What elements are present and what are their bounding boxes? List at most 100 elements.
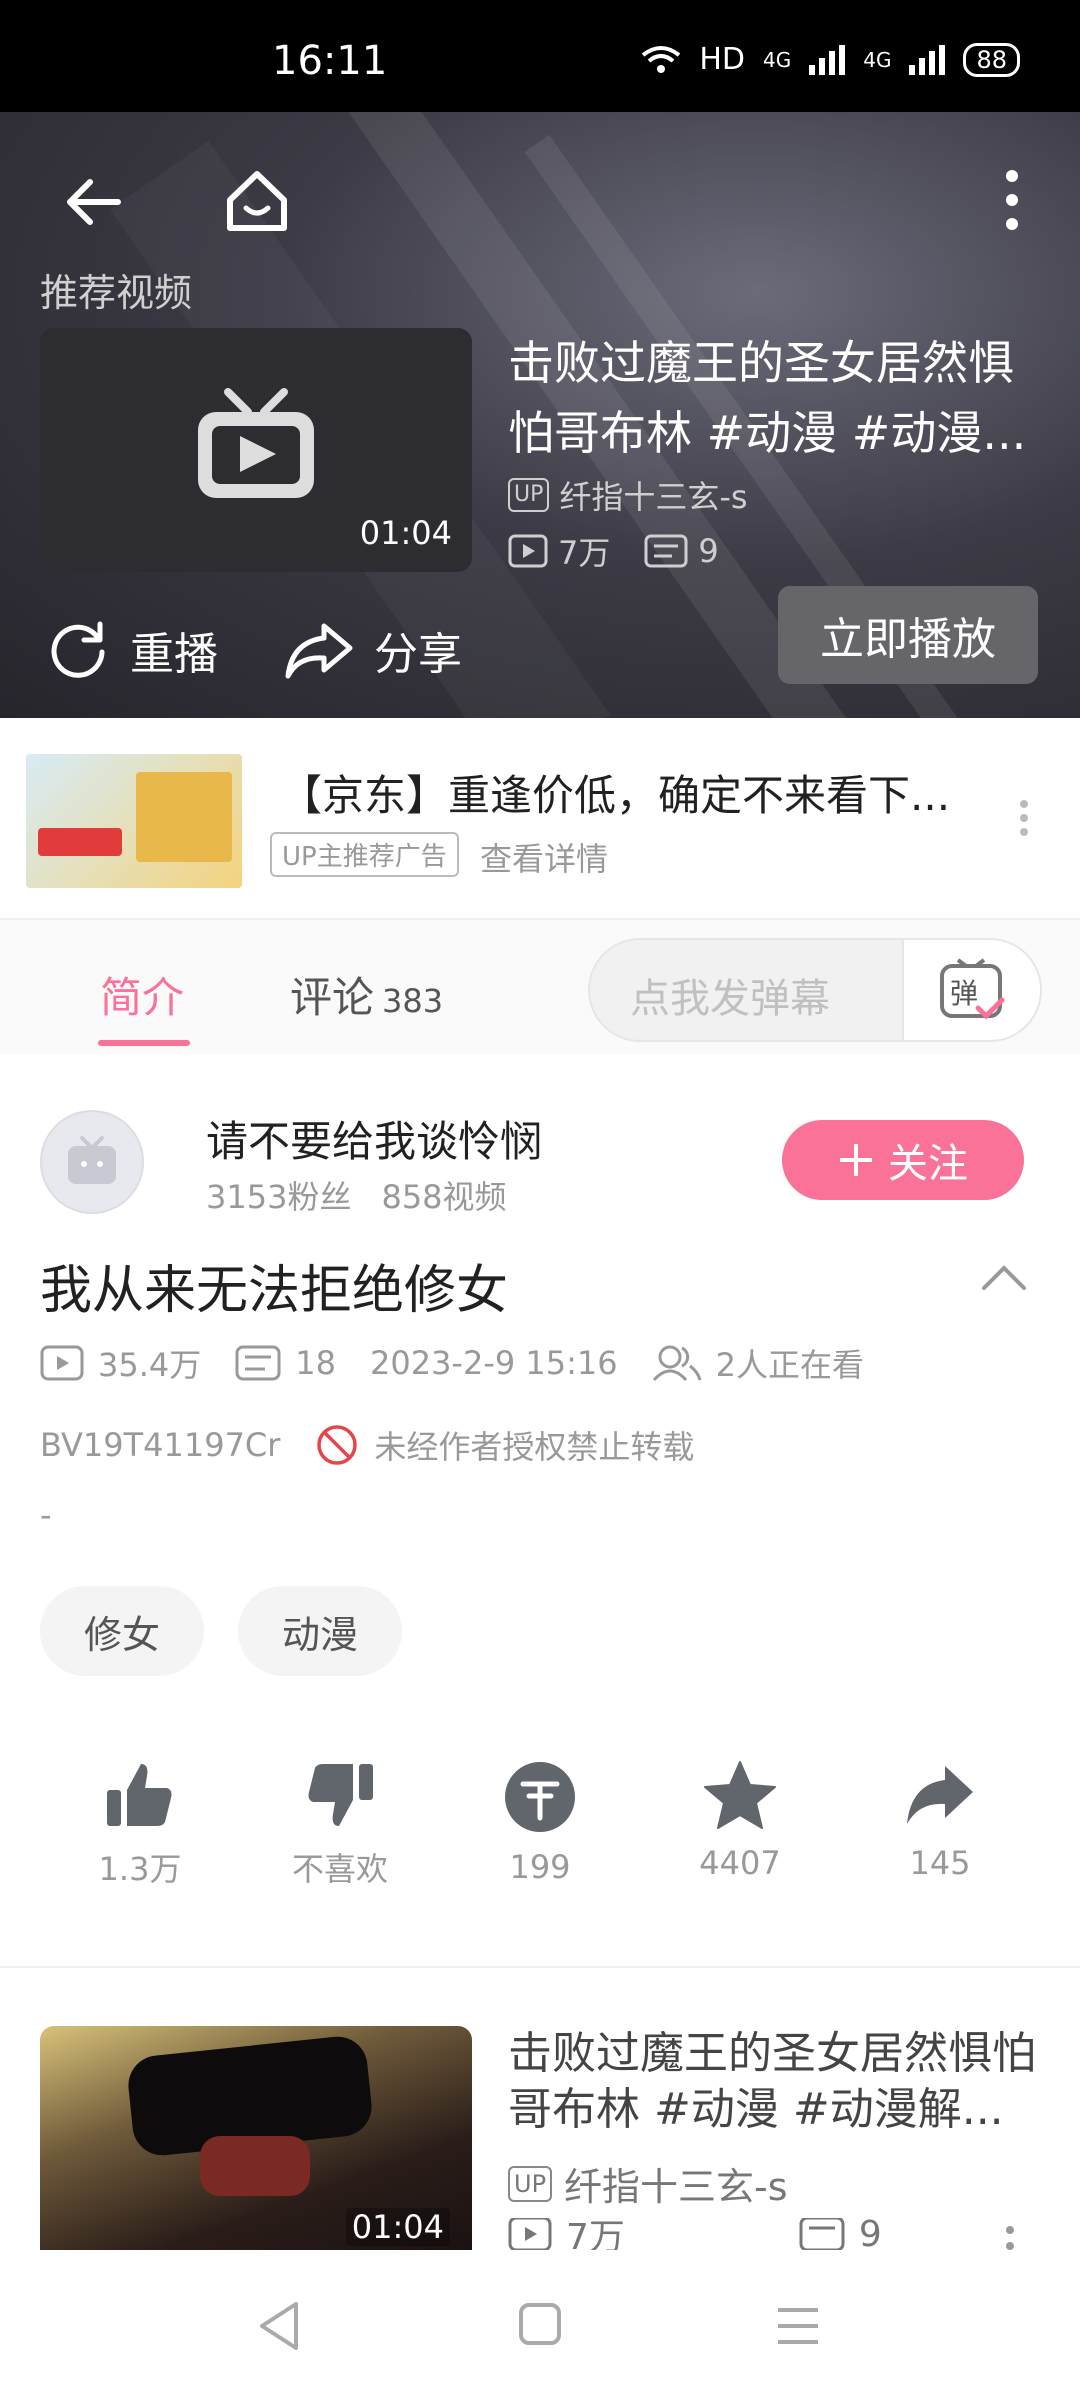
coin-count: 199 (509, 1848, 571, 1886)
battery-icon: 88 (963, 42, 1020, 77)
tag-item[interactable]: 动漫 (238, 1586, 402, 1676)
dislike-button[interactable]: 不喜欢 (240, 1760, 440, 1890)
favorite-count: 4407 (699, 1844, 781, 1882)
uploader-videos: 858视频 (381, 1178, 507, 1216)
video-title: 我从来无法拒绝修女 (40, 1261, 509, 1321)
play-count-icon (40, 1345, 84, 1381)
nav-home-icon[interactable] (518, 2302, 562, 2346)
follow-label: 关注 (888, 1141, 968, 1187)
share-icon (285, 623, 353, 679)
ad-banner[interactable]: 【京东】重逢价低，确定不来看下... UP主推荐广告 查看详情 (0, 718, 1080, 918)
ad-title[interactable]: 【京东】重逢价低，确定不来看下... (280, 762, 980, 823)
follow-button[interactable]: 关注 (782, 1120, 1024, 1200)
uploader-name[interactable]: 请不要给我谈怜悯 (206, 1108, 542, 1169)
recommended-thumbnail[interactable]: 01:04 (40, 328, 472, 572)
play-now-button[interactable]: 立即播放 (778, 586, 1038, 684)
danmaku-input[interactable]: 点我发弹幕 弹 (588, 938, 1042, 1042)
wifi-icon (642, 45, 681, 73)
danmaku-count-icon (235, 1345, 281, 1381)
uploader-stats: 3153粉丝 858视频 (206, 1172, 507, 1218)
ad-details-link[interactable]: 查看详情 (480, 834, 608, 880)
danmaku-placeholder: 点我发弹幕 (630, 976, 830, 1022)
avatar-tv-icon (68, 1136, 116, 1184)
related-more-icon[interactable] (1002, 2224, 1018, 2250)
section-divider (0, 1966, 1080, 1968)
watching-icon (652, 1345, 702, 1382)
danmaku-count-icon (644, 534, 688, 568)
video-id-row: BV19T41197Cr 未经作者授权禁止转载 (40, 1422, 694, 1468)
repost-notice: 未经作者授权禁止转载 (374, 1428, 695, 1466)
related-uploader-row: UP 纤指十三玄-s (508, 2156, 788, 2211)
play-count-icon (508, 2218, 552, 2250)
chevron-up-icon[interactable] (980, 1262, 1028, 1292)
related-danmaku: 9 (858, 2218, 882, 2250)
up-badge: UP (508, 2165, 553, 2202)
status-time: 16:11 (272, 38, 388, 84)
uploader-fans: 3153粉丝 (206, 1178, 352, 1216)
recommended-danmaku: 9 (698, 532, 719, 570)
back-icon[interactable] (62, 170, 126, 234)
video-description: - (40, 1496, 52, 1534)
status-bar: 16:11 HD 4G 4G 88 (0, 0, 1080, 112)
uploader-avatar[interactable] (40, 1110, 144, 1214)
share-arrow-icon (907, 1766, 973, 1824)
status-icons: HD 4G 4G 88 (641, 42, 1020, 77)
star-icon (704, 1761, 776, 1829)
tab-intro[interactable]: 简介 (100, 964, 184, 1025)
plus-icon (840, 1144, 872, 1176)
danmaku-toggle-button[interactable]: 弹 (902, 940, 1040, 1040)
tab-comments-count: 383 (382, 982, 444, 1020)
play-count-icon (508, 534, 548, 568)
tab-comments[interactable]: 评论 383 (290, 964, 443, 1025)
video-views: 35.4万 (98, 1346, 202, 1384)
related-stats-row: 7万 9 (508, 2218, 882, 2250)
signal-icon (809, 44, 846, 75)
coin-icon (505, 1762, 575, 1832)
video-bvid: BV19T41197Cr (40, 1426, 281, 1464)
bilibili-tv-icon (198, 388, 314, 498)
more-icon[interactable] (1000, 168, 1024, 232)
signal-icon-2 (909, 44, 946, 75)
recommended-duration: 01:04 (359, 514, 452, 552)
coin-button[interactable]: 199 (440, 1760, 640, 1886)
replay-icon (51, 621, 105, 678)
like-button[interactable]: 1.3万 (40, 1760, 240, 1890)
related-thumbnail[interactable]: 01:04 (40, 2026, 472, 2250)
recommended-title[interactable]: 击败过魔王的圣女居然惧怕哥布林 #动漫 #动漫... (508, 328, 1028, 468)
tab-comments-label: 评论 (290, 973, 375, 1022)
recommended-uploader: 纤指十三玄-s (559, 478, 748, 516)
recommended-stats-row: 7万 9 (508, 528, 719, 574)
recommended-views: 7万 (558, 534, 611, 572)
replay-button[interactable]: 重播 (46, 618, 218, 682)
dislike-label: 不喜欢 (291, 1850, 388, 1888)
video-watching: 2人正在看 (715, 1346, 864, 1384)
share-end-button[interactable]: 分享 (284, 618, 462, 682)
related-duration: 01:04 (345, 2208, 450, 2246)
system-nav-bar (0, 2250, 1080, 2400)
share-label: 分享 (374, 629, 462, 680)
ad-badge: UP主推荐广告 (270, 832, 459, 877)
ad-more-icon[interactable] (1016, 798, 1032, 838)
thumbs-up-icon (107, 1764, 172, 1826)
replay-label: 重播 (130, 629, 218, 680)
like-count: 1.3万 (98, 1850, 182, 1888)
video-meta-row: 35.4万 18 2023-2-9 15:16 2人正在看 (40, 1340, 864, 1386)
up-badge: UP (508, 478, 550, 512)
signal-2-label: 4G (863, 47, 892, 72)
share-button[interactable]: 145 (840, 1760, 1040, 1882)
ad-image[interactable] (26, 754, 242, 888)
no-repost-icon (317, 1425, 358, 1465)
home-icon[interactable] (222, 166, 292, 236)
nav-menu-icon[interactable] (776, 2306, 820, 2346)
danmaku-toggle-label: 弹 (950, 977, 979, 1010)
nav-back-icon[interactable] (256, 2300, 302, 2352)
tag-item[interactable]: 修女 (40, 1586, 204, 1676)
tab-bar: 简介 评论 383 点我发弹幕 弹 (0, 918, 1080, 1054)
tab-indicator (98, 1040, 190, 1046)
share-count: 145 (909, 1844, 971, 1882)
favorite-button[interactable]: 4407 (640, 1760, 840, 1882)
video-player-end-panel[interactable]: 推荐视频 01:04 击败过魔王的圣女居然惧怕哥布林 #动漫 #动漫... UP… (0, 112, 1080, 718)
related-uploader: 纤指十三玄-s (564, 2165, 788, 2209)
related-title[interactable]: 击败过魔王的圣女居然惧怕哥布林 #动漫 #动漫解... (508, 2026, 1048, 2138)
thumbs-down-icon (308, 1764, 373, 1826)
